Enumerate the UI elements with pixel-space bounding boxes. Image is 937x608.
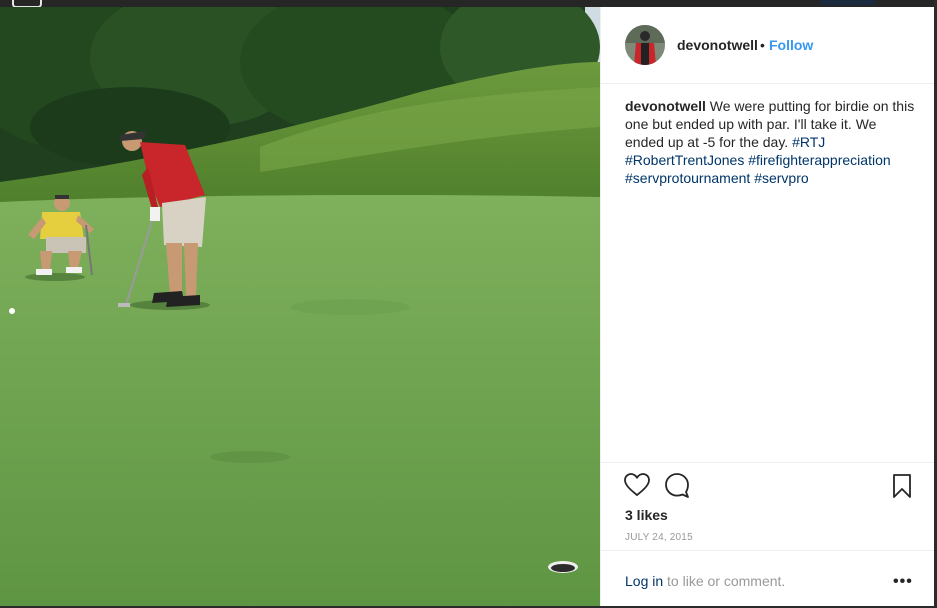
post-header: devonotwell • Follow (601, 7, 935, 84)
post-username[interactable]: devonotwell (677, 37, 758, 53)
post-photo (0, 7, 600, 606)
likes-count[interactable]: 3 likes (625, 507, 668, 523)
comment-icon[interactable] (664, 472, 690, 503)
avatar-image (625, 25, 665, 65)
hashtag-link[interactable]: #servpro (754, 170, 808, 186)
top-bar-accent (820, 0, 875, 5)
post-details-panel: devonotwell • Follow devonotwell We were… (600, 7, 935, 606)
login-prompt: Log in to like or comment. (625, 573, 785, 589)
bookmark-icon[interactable] (892, 473, 912, 504)
caption-username[interactable]: devonotwell (625, 98, 706, 114)
post-date: JULY 24, 2015 (625, 532, 693, 543)
heart-icon[interactable] (624, 473, 650, 502)
action-bar (601, 462, 935, 498)
hashtag-link[interactable]: #RTJ (792, 134, 825, 150)
more-options-icon[interactable]: ••• (893, 573, 913, 591)
login-prompt-text: to like or comment. (663, 573, 786, 589)
hashtag-link[interactable]: #firefighterappreciation (748, 152, 890, 168)
avatar[interactable] (625, 25, 665, 65)
golf-scene-image (0, 7, 600, 606)
hashtag-link[interactable]: #servprotournament (625, 170, 750, 186)
hashtag-link[interactable]: #RobertTrentJones (625, 152, 744, 168)
follow-button[interactable]: Follow (769, 37, 813, 53)
separator-dot: • (760, 37, 765, 53)
post-caption: devonotwell We were putting for birdie o… (625, 97, 917, 187)
post-footer: Log in to like or comment. ••• (601, 550, 935, 607)
login-link[interactable]: Log in (625, 573, 663, 589)
modal-top-strip (0, 0, 937, 8)
